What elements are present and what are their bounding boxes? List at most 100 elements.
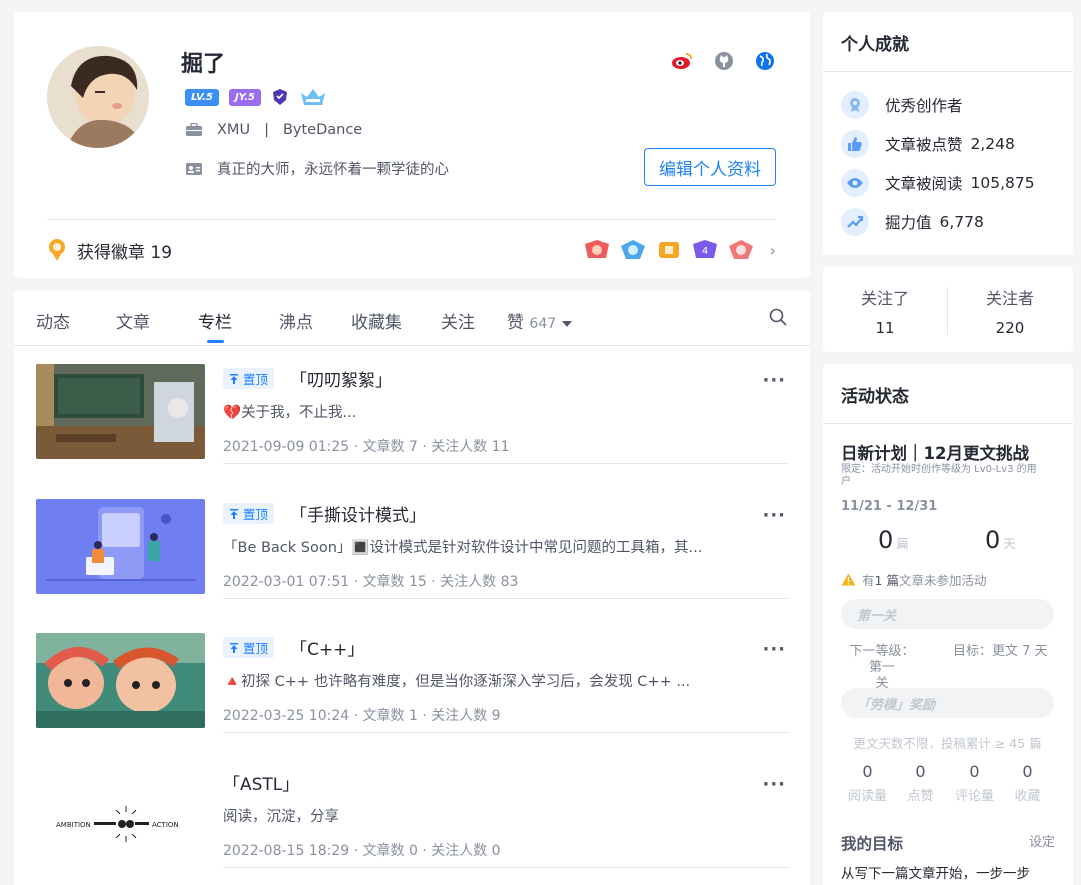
warning-icon: [841, 573, 856, 586]
github-icon[interactable]: [713, 50, 735, 72]
search-icon[interactable]: [768, 307, 788, 327]
juyou-level-badge[interactable]: JY.5: [228, 88, 262, 106]
crown-badge-icon[interactable]: [299, 87, 327, 107]
user-name: 掘了: [181, 52, 226, 77]
stage-pill: 第一关: [841, 599, 1054, 629]
item-divider: [223, 732, 788, 733]
tab-collections[interactable]: 收藏集: [351, 308, 402, 333]
content-card: 动态 文章 专栏 沸点 收藏集 关注 赞 647 置顶 「叨叨絮絮」 💔关于我，…: [14, 291, 810, 885]
svg-text:4: 4: [701, 246, 707, 257]
achievements-card: 个人成就 优秀创作者 文章被点赞 2,248 文章被阅读 105,875 掘力值…: [823, 12, 1073, 255]
column-thumbnail[interactable]: [36, 499, 205, 594]
column-item[interactable]: AMBITION ACTION 「ASTL」 阅读，沉淀，分享 2022-08-…: [36, 750, 788, 868]
user-badges: LV.5 JY.5: [185, 87, 327, 107]
column-thumbnail[interactable]: [36, 633, 205, 728]
stat-comments: 0 评论量: [954, 762, 994, 804]
medal-list[interactable]: 4: [582, 238, 756, 262]
column-item[interactable]: 置顶 「叨叨絮絮」 💔关于我，不止我... 2021-09-09 01:25 ·…: [36, 346, 788, 464]
more-options-icon[interactable]: ···: [762, 370, 786, 391]
column-title[interactable]: 「ASTL」: [223, 770, 299, 795]
item-divider: [223, 598, 788, 599]
medals-count-label: 获得徽章 19: [77, 242, 173, 263]
event-title[interactable]: 日新计划｜12月更文挑战: [841, 440, 1029, 464]
tab-likes[interactable]: 赞 647: [507, 308, 572, 333]
tab-pins[interactable]: 沸点: [279, 308, 313, 333]
column-thumbnail[interactable]: [36, 364, 205, 459]
achievement-row: 掘力值 6,778: [841, 208, 984, 236]
column-item[interactable]: 置顶 「C++」 🔺初探 C++ 也许略有难度，但是当你逐渐深入学习后，会发现 …: [36, 615, 788, 733]
column-description: 🔺初探 C++ 也许略有难度，但是当你逐渐深入学习后，会发现 C++ ...: [223, 674, 691, 690]
level-badge[interactable]: LV.5: [185, 88, 219, 106]
thumb-text-left: AMBITION: [56, 821, 91, 829]
profile-divider: [47, 219, 776, 220]
column-meta: 2021-09-09 01:25 · 文章数 7 · 关注人数 11: [223, 439, 510, 455]
achievement-row: 优秀创作者: [841, 91, 963, 119]
column-title[interactable]: 「叨叨絮絮」: [290, 366, 392, 391]
following-label: 关注了: [860, 289, 909, 308]
reads-value: 105,875: [970, 174, 1035, 192]
followers-count: 220: [995, 319, 1025, 337]
chevron-right-icon[interactable]: ›: [770, 241, 776, 260]
following-count: 11: [875, 319, 895, 337]
reward-pill: 「劳模」奖励: [841, 688, 1054, 718]
blue-medal-icon: [620, 240, 645, 259]
stat-reads: 0 阅读量: [847, 762, 887, 804]
section-divider: [823, 423, 1073, 424]
avatar[interactable]: [47, 46, 149, 148]
stat-favorites: 0 收藏: [1014, 762, 1041, 804]
more-options-icon[interactable]: ···: [762, 774, 786, 795]
eye-icon: [841, 169, 869, 197]
stat-likes: 0 点赞: [907, 762, 934, 804]
likes-received-value: 2,248: [970, 135, 1015, 153]
column-description: 💔关于我，不止我...: [223, 405, 357, 421]
profile-card: 掘了 LV.5 JY.5 XMU | ByteDance 真正的大师，永远怀着一…: [14, 12, 810, 278]
column-meta: 2022-03-25 10:24 · 文章数 1 · 关注人数 9: [223, 708, 501, 724]
pin-icon: [230, 373, 238, 384]
pin-icon: [230, 508, 238, 519]
event-limit: 限定：活动开始时创作等级为 Lv0-Lv3 的用 户: [841, 464, 1037, 487]
org-line: XMU | ByteDance: [185, 122, 362, 138]
weibo-icon[interactable]: [671, 50, 693, 72]
tab-activity[interactable]: 动态: [36, 308, 70, 333]
target-text: 目标：更文 7 天: [953, 644, 1048, 659]
goal-title: 我的目标: [841, 835, 904, 853]
gold-medal-icon: [658, 242, 679, 258]
activity-card: 活动状态 日新计划｜12月更文挑战 限定：活动开始时创作等级为 Lv0-Lv3 …: [823, 364, 1073, 885]
goal-set-button[interactable]: 设定: [1029, 831, 1055, 850]
following-stat[interactable]: 关注了 11: [823, 285, 947, 337]
more-options-icon[interactable]: ···: [762, 505, 786, 526]
trend-icon: [841, 208, 869, 236]
reward-rule: 更文天数不限，投稿累计 ≥ 45 篇: [853, 736, 1042, 751]
goal-description: 从写下一篇文章开始，一步一步: [841, 866, 1030, 882]
pinned-tag: 置顶: [223, 368, 275, 389]
globe-icon[interactable]: [754, 50, 776, 72]
days-count: 0天: [985, 526, 1016, 554]
followers-stat[interactable]: 关注者 220: [948, 285, 1072, 337]
column-title-row: 置顶 「手撕设计模式」: [223, 501, 426, 526]
column-title[interactable]: 「C++」: [290, 635, 364, 660]
more-options-icon[interactable]: ···: [762, 639, 786, 660]
pinned-tag: 置顶: [223, 637, 275, 658]
column-title[interactable]: 「手撕设计模式」: [290, 501, 426, 526]
column-thumbnail[interactable]: AMBITION ACTION: [36, 768, 205, 863]
medal-icon: [841, 91, 869, 119]
achievement-row: 文章被点赞 2,248: [841, 130, 1015, 158]
tab-columns[interactable]: 专栏: [198, 308, 232, 333]
section-divider: [823, 71, 1073, 72]
thumb-up-icon: [841, 130, 869, 158]
red-medal-icon: [584, 240, 609, 258]
edit-profile-button[interactable]: 编辑个人资料: [644, 148, 776, 186]
shield-badge-icon[interactable]: [271, 88, 289, 106]
pink-medal-icon: [728, 240, 753, 259]
tab-articles[interactable]: 文章: [116, 308, 150, 333]
warning-notice[interactable]: 有1 篇文章未参加活动: [841, 570, 986, 589]
tab-likes-label: 赞: [507, 313, 524, 333]
tab-following[interactable]: 关注: [441, 308, 475, 333]
medals-row[interactable]: 获得徽章 19 4 ›: [47, 237, 776, 263]
juejin-power-value: 6,778: [939, 213, 984, 231]
caret-down-icon: [561, 321, 572, 327]
thumb-text-right: ACTION: [152, 821, 179, 829]
briefcase-icon: [186, 123, 202, 136]
column-item[interactable]: 置顶 「手撕设计模式」 「Be Back Soon」🔳设计模式是针对软件设计中常…: [36, 481, 788, 599]
achievements-title: 个人成就: [841, 35, 909, 55]
